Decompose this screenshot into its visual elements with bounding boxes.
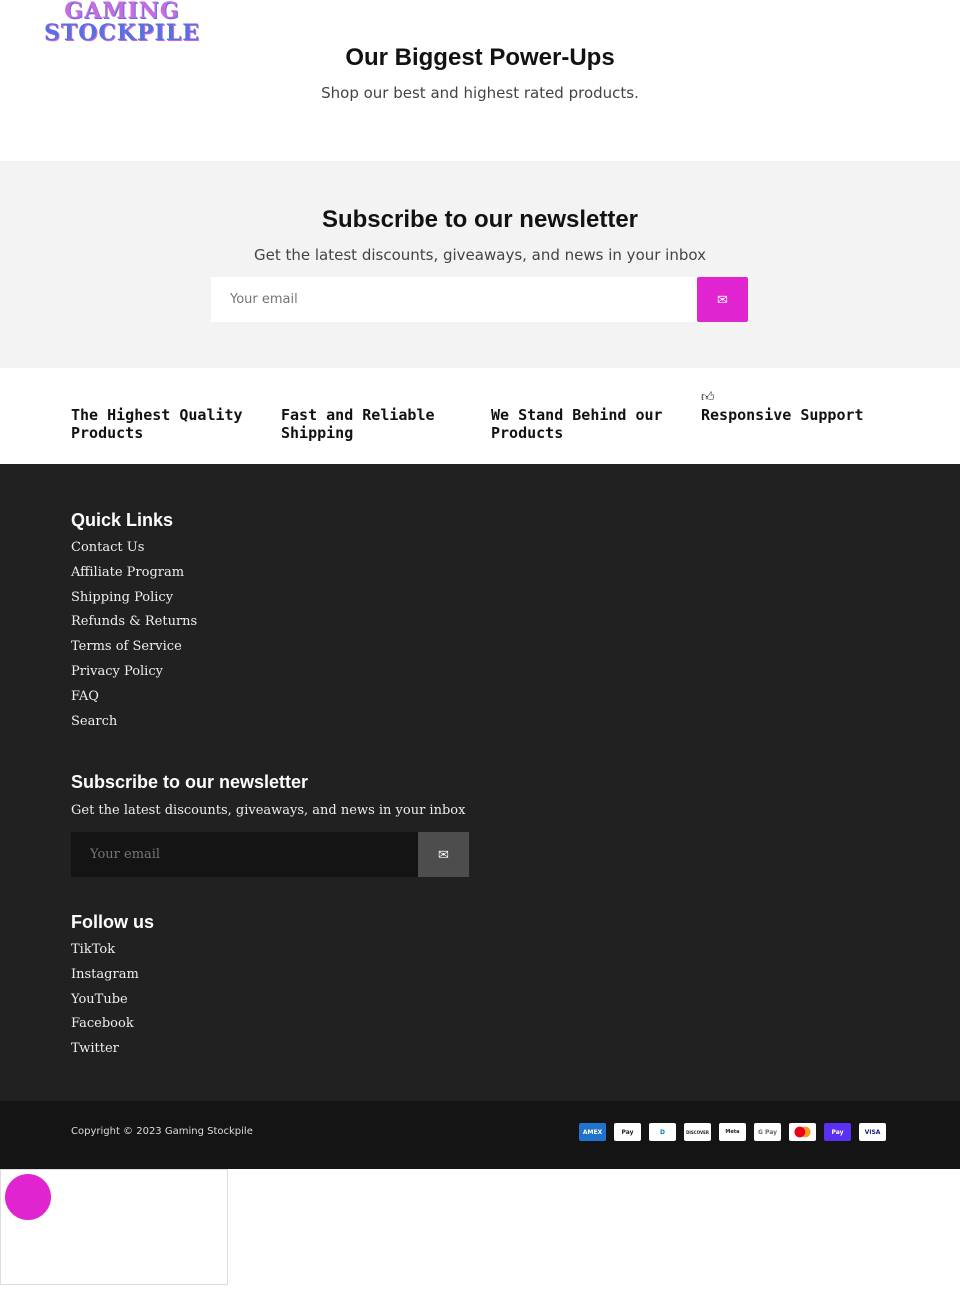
meta-pay-icon: Meta: [719, 1123, 746, 1141]
feature-item: Responsive Support: [701, 406, 864, 424]
mail-icon: ✉: [717, 291, 728, 307]
logo[interactable]: GAMING STOCKPILE: [22, 0, 222, 46]
quick-links-title: Quick Links: [71, 510, 174, 530]
social-links: TikTok Instagram YouTube Facebook Twitte…: [71, 942, 139, 1066]
footer-email-input[interactable]: [71, 832, 418, 877]
chat-launcher-button[interactable]: [5, 1174, 51, 1220]
footer-bottom: Copyright © 2023 Gaming Stockpile AMEX P…: [0, 1101, 960, 1169]
amex-icon: AMEX: [579, 1123, 606, 1141]
logo-line2: STOCKPILE: [43, 20, 201, 46]
footer-link[interactable]: Shipping Policy: [71, 590, 197, 615]
social-link[interactable]: Facebook: [71, 1016, 139, 1041]
footer-link[interactable]: Search: [71, 714, 197, 739]
footer-link[interactable]: Contact Us: [71, 540, 197, 565]
feature-item: Fast and Reliable Shipping: [281, 406, 435, 442]
social-link[interactable]: YouTube: [71, 992, 139, 1017]
copyright: Copyright © 2023 Gaming Stockpile: [71, 1126, 253, 1137]
footer-link[interactable]: Privacy Policy: [71, 664, 197, 689]
newsletter-subtitle: Get the latest discounts, giveaways, and…: [254, 246, 706, 264]
mastercard-icon: MC: [789, 1123, 816, 1141]
email-input[interactable]: [211, 277, 697, 322]
discover-icon: DISCOVER: [684, 1123, 711, 1141]
chat-widget: [0, 1169, 228, 1285]
mail-icon: ✉: [438, 846, 449, 862]
quick-links: Contact Us Affiliate Program Shipping Po…: [71, 540, 197, 738]
social-link[interactable]: TikTok: [71, 942, 139, 967]
newsletter-title: Subscribe to our newsletter: [321, 206, 639, 233]
shop-pay-icon: Pay: [824, 1123, 851, 1141]
footer-link[interactable]: Affiliate Program: [71, 565, 197, 590]
featured-section: Our Biggest Power-Ups Shop our best and …: [0, 44, 960, 102]
logo-line1: GAMING: [64, 0, 180, 24]
footer: Quick Links Contact Us Affiliate Program…: [0, 464, 960, 1101]
section-title: Our Biggest Power-Ups: [345, 44, 615, 71]
subscribe-button[interactable]: ✉: [697, 277, 748, 322]
follow-title: Follow us: [71, 912, 154, 932]
footer-subscribe-button[interactable]: ✉: [418, 832, 469, 877]
thumbs-up-icon: 👍︎: [701, 390, 715, 405]
diners-icon: D: [649, 1123, 676, 1141]
newsletter-form: ✉: [211, 277, 748, 322]
social-link[interactable]: Twitter: [71, 1041, 139, 1066]
footer-newsletter-title: Subscribe to our newsletter: [71, 772, 309, 792]
footer-link[interactable]: Terms of Service: [71, 639, 197, 664]
feature-item: The Highest Quality Products: [71, 406, 243, 442]
feature-item: We Stand Behind our Products: [491, 406, 663, 442]
footer-newsletter-form: ✉: [71, 832, 469, 877]
footer-link[interactable]: FAQ: [71, 689, 197, 714]
apple-pay-icon: Pay: [614, 1123, 641, 1141]
footer-newsletter-text: Get the latest discounts, giveaways, and…: [71, 803, 466, 818]
payment-icons: AMEX Pay D DISCOVER Meta G Pay MC Pay VI…: [579, 1123, 886, 1141]
google-pay-icon: G Pay: [754, 1123, 781, 1141]
visa-icon: VISA: [859, 1123, 886, 1141]
footer-link[interactable]: Refunds & Returns: [71, 614, 197, 639]
section-subtitle: Shop our best and highest rated products…: [321, 84, 639, 102]
newsletter-section: Subscribe to our newsletter Get the late…: [0, 161, 960, 368]
social-link[interactable]: Instagram: [71, 967, 139, 992]
features-bar: The Highest Quality Products Fast and Re…: [0, 368, 960, 464]
